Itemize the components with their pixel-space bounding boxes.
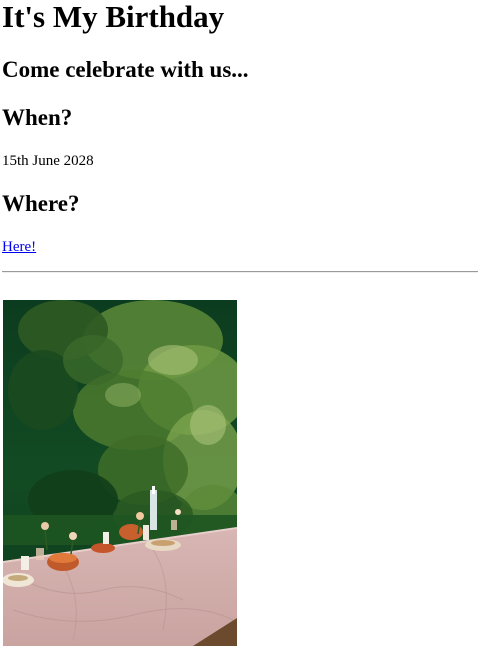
- party-table-photo: [3, 300, 237, 646]
- horizontal-rule: [2, 271, 478, 273]
- location-link[interactable]: Here!: [2, 238, 36, 256]
- where-heading: Where?: [2, 191, 80, 216]
- event-date: 15th June 2028: [2, 153, 94, 169]
- subtitle: Come celebrate with us...: [2, 57, 249, 82]
- birthday-invitation-page: It's My Birthday Come celebrate with us.…: [0, 0, 478, 646]
- when-heading: When?: [2, 105, 73, 130]
- page-title: It's My Birthday: [2, 0, 225, 34]
